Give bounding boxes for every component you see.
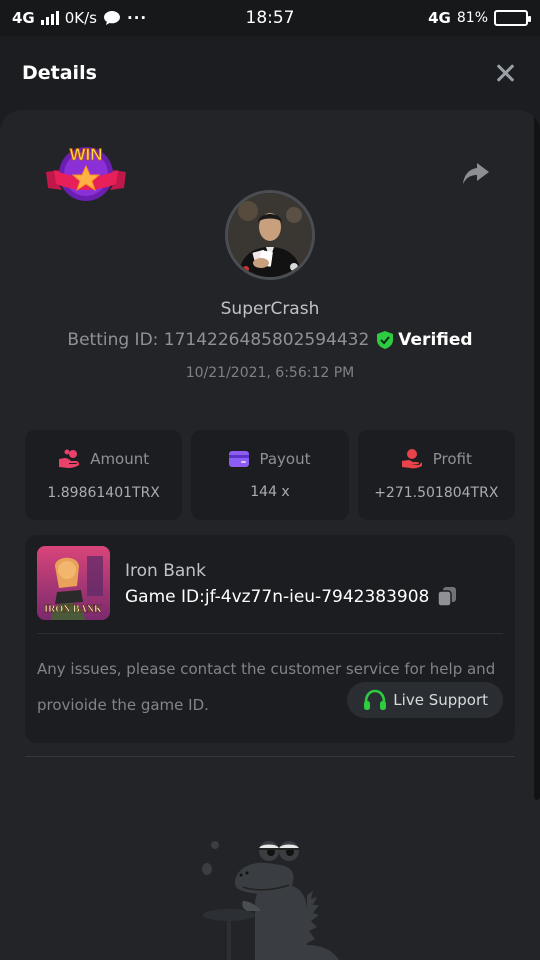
status-bar: 4G 0K/s ··· 18:57 4G 81% [0, 0, 540, 36]
live-support-button[interactable]: Live Support [347, 682, 503, 718]
scrollbar[interactable] [534, 110, 540, 800]
headset-icon [364, 689, 387, 710]
betting-id: Betting ID: 1714226485802594432 [67, 330, 370, 350]
battery-icon [494, 10, 531, 26]
signal-icon [40, 11, 59, 25]
section-divider [25, 756, 515, 757]
network-type-2: 4G [428, 9, 451, 27]
share-icon[interactable] [461, 160, 491, 186]
stat-value: +271.501804TRX [374, 485, 499, 501]
network-speed: 0K/s [64, 9, 97, 27]
win-badge-text: WIN [69, 145, 102, 164]
hand-profit-icon [401, 449, 422, 469]
stat-value: 1.89861401TRX [47, 485, 160, 501]
chat-bubble-icon [104, 11, 120, 25]
network-type: 4G [12, 9, 35, 27]
wallet-card-icon [229, 451, 250, 467]
details-sheet: WIN SuperCrash Betting ID: 1714226485802… [0, 110, 540, 960]
bet-timestamp: 10/21/2021, 6:56:12 PM [185, 365, 355, 381]
game-thumb-title: IRON BANK [44, 604, 102, 615]
stat-label: Amount [90, 450, 150, 468]
stat-label: Profit [432, 450, 472, 468]
live-support-label: Live Support [393, 691, 488, 709]
verified-label: Verified [398, 330, 473, 350]
stat-profit: Profit +271.501804TRX [357, 430, 515, 520]
battery-percent: 81% [456, 10, 488, 26]
verified-badge: Verified [377, 330, 473, 350]
shield-check-icon [377, 331, 394, 349]
card-divider [37, 633, 503, 634]
betting-id-row: Betting ID: 1714226485802594432 Verified [0, 330, 540, 350]
game-id: Game ID:jf-4vz77n-ieu-7942383908 [125, 587, 430, 607]
avatar [225, 190, 315, 280]
win-badge-icon: WIN [46, 145, 126, 201]
page-title: Details [22, 62, 97, 84]
stat-label: Payout [259, 450, 311, 468]
stat-payout: Payout 144 x [191, 430, 349, 520]
stats-row: Amount 1.89861401TRX Payout 144 x Profit… [25, 430, 515, 520]
more-notifications: ··· [127, 9, 148, 27]
game-name: Iron Bank [125, 561, 206, 581]
game-thumbnail[interactable]: IRON BANK [37, 546, 110, 620]
username: SuperCrash [220, 299, 320, 319]
close-icon[interactable] [492, 60, 518, 86]
stat-value: 144 x [250, 484, 290, 500]
coins-hand-icon [59, 449, 80, 468]
game-id-row: Game ID:jf-4vz77n-ieu-7942383908 [125, 587, 457, 607]
copy-icon[interactable] [437, 587, 457, 607]
header: Details [0, 36, 540, 110]
game-card: IRON BANK Iron Bank Game ID:jf-4vz77n-ie… [25, 535, 515, 743]
crocodile-mascot-icon [202, 841, 339, 960]
stat-amount: Amount 1.89861401TRX [25, 430, 183, 520]
